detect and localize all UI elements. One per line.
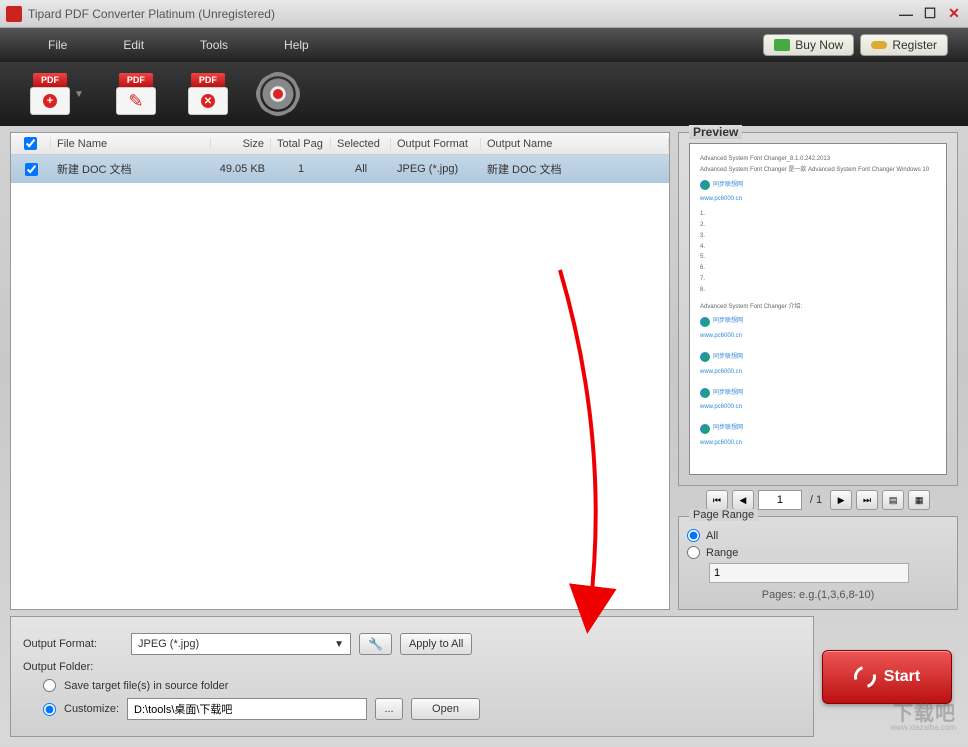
buy-now-button[interactable]: Buy Now xyxy=(763,34,854,56)
output-settings-panel: Output Format: JPEG (*.jpg) ▼ 🔧 Apply to… xyxy=(10,616,814,737)
pdf-badge-icon: PDF xyxy=(191,73,225,87)
page-range-title: Page Range xyxy=(689,509,758,521)
customize-radio[interactable] xyxy=(43,703,56,716)
browse-button[interactable]: ... xyxy=(375,698,403,720)
window-title: Tipard PDF Converter Platinum (Unregiste… xyxy=(28,7,898,21)
cell-filename: 新建 DOC 文档 xyxy=(51,161,211,177)
preview-document: Advanced System Font Changer_8.1.0.242.2… xyxy=(689,143,947,475)
col-output-name[interactable]: Output Name xyxy=(481,138,669,150)
col-total-pages[interactable]: Total Pag xyxy=(271,138,331,150)
logo-icon xyxy=(700,180,710,190)
fit-page-button[interactable]: ▤ xyxy=(882,490,904,510)
cell-size: 49.05 KB xyxy=(211,163,271,175)
maximize-button[interactable]: ☐ xyxy=(922,6,938,22)
select-all-checkbox[interactable] xyxy=(24,137,37,150)
menu-edit[interactable]: Edit xyxy=(95,32,172,58)
delete-icon: ✕ xyxy=(201,94,215,108)
apply-to-all-button[interactable]: Apply to All xyxy=(400,633,472,655)
range-all-radio[interactable] xyxy=(687,529,700,542)
start-label: Start xyxy=(884,668,920,686)
settings-button[interactable] xyxy=(260,76,296,112)
footer-url: www.xiazaiba.com xyxy=(890,723,956,732)
register-label: Register xyxy=(892,38,937,52)
range-all-label: All xyxy=(706,530,718,542)
pdf-badge-icon: PDF xyxy=(33,73,67,87)
menubar: File Edit Tools Help Buy Now Register xyxy=(0,28,968,62)
actual-size-button[interactable]: ▦ xyxy=(908,490,930,510)
source-folder-radio[interactable] xyxy=(43,679,56,692)
col-size[interactable]: Size xyxy=(211,138,271,150)
remove-pdf-button[interactable]: PDF ✕ xyxy=(188,73,228,115)
page-total-label: / 1 xyxy=(810,494,822,506)
table-row[interactable]: 新建 DOC 文档 49.05 KB 1 All JPEG (*.jpg) 新建… xyxy=(11,155,669,183)
menu-tools[interactable]: Tools xyxy=(172,32,256,58)
add-pdf-dropdown[interactable]: ▼ xyxy=(74,89,84,100)
menu-file[interactable]: File xyxy=(20,32,95,58)
file-table: File Name Size Total Pag Selected Output… xyxy=(10,132,670,610)
cart-icon xyxy=(774,39,790,51)
row-checkbox[interactable] xyxy=(25,163,38,176)
cell-total-pages: 1 xyxy=(271,163,331,175)
col-output-format[interactable]: Output Format xyxy=(391,138,481,150)
refresh-icon xyxy=(850,661,880,691)
output-format-combo[interactable]: JPEG (*.jpg) ▼ xyxy=(131,633,351,655)
cell-output-name: 新建 DOC 文档 xyxy=(481,161,669,177)
wrench-icon: 🔧 xyxy=(368,637,383,651)
start-button[interactable]: Start xyxy=(822,650,952,704)
col-filename[interactable]: File Name xyxy=(51,138,211,150)
page-range-panel: Page Range All Range Pages: e.g.(1,3,6,8… xyxy=(678,516,958,610)
next-page-button[interactable]: ▶ xyxy=(830,490,852,510)
footer-watermark: 下载吧 xyxy=(893,697,956,726)
range-hint: Pages: e.g.(1,3,6,8-10) xyxy=(687,589,949,601)
customize-label: Customize: xyxy=(64,703,119,715)
output-format-label: Output Format: xyxy=(23,638,123,650)
register-button[interactable]: Register xyxy=(860,34,948,56)
menu-help[interactable]: Help xyxy=(256,32,337,58)
plus-icon: + xyxy=(43,94,57,108)
source-folder-label: Save target file(s) in source folder xyxy=(64,680,228,692)
format-settings-button[interactable]: 🔧 xyxy=(359,633,392,655)
output-path-input[interactable] xyxy=(127,698,367,720)
open-folder-button[interactable]: Open xyxy=(411,698,480,720)
table-header: File Name Size Total Pag Selected Output… xyxy=(11,133,669,155)
gear-icon xyxy=(260,76,296,112)
chevron-down-icon: ▼ xyxy=(334,639,344,650)
first-page-button[interactable]: ⏮ xyxy=(706,490,728,510)
preview-title: Preview xyxy=(689,125,742,139)
pdf-badge-icon: PDF xyxy=(119,73,153,87)
last-page-button[interactable]: ⏭ xyxy=(856,490,878,510)
add-pdf-button[interactable]: PDF + xyxy=(30,73,70,115)
preview-panel: Preview Advanced System Font Changer_8.1… xyxy=(678,132,958,486)
prev-page-button[interactable]: ◀ xyxy=(732,490,754,510)
toolbar: PDF + ▼ PDF ✎ PDF ✕ xyxy=(0,62,968,126)
col-selected[interactable]: Selected xyxy=(331,138,391,150)
output-folder-label: Output Folder: xyxy=(23,661,123,673)
range-custom-radio[interactable] xyxy=(687,546,700,559)
preview-text-line: Advanced System Font Changer 是一款 Advance… xyxy=(700,165,936,176)
preview-text-line: Advanced System Font Changer_8.1.0.242.2… xyxy=(700,154,936,165)
output-format-value: JPEG (*.jpg) xyxy=(138,638,199,650)
range-custom-label: Range xyxy=(706,547,738,559)
buy-now-label: Buy Now xyxy=(795,38,843,52)
edit-pdf-button[interactable]: PDF ✎ xyxy=(116,73,156,115)
cell-output-format: JPEG (*.jpg) xyxy=(391,163,481,175)
key-icon xyxy=(871,41,887,49)
page-number-input[interactable] xyxy=(758,490,802,510)
minimize-button[interactable]: — xyxy=(898,6,914,22)
app-icon xyxy=(6,6,22,22)
pencil-icon: ✎ xyxy=(128,91,143,112)
titlebar: Tipard PDF Converter Platinum (Unregiste… xyxy=(0,0,968,28)
range-input[interactable] xyxy=(709,563,909,583)
close-button[interactable]: ✕ xyxy=(946,6,962,22)
cell-selected: All xyxy=(331,163,391,175)
